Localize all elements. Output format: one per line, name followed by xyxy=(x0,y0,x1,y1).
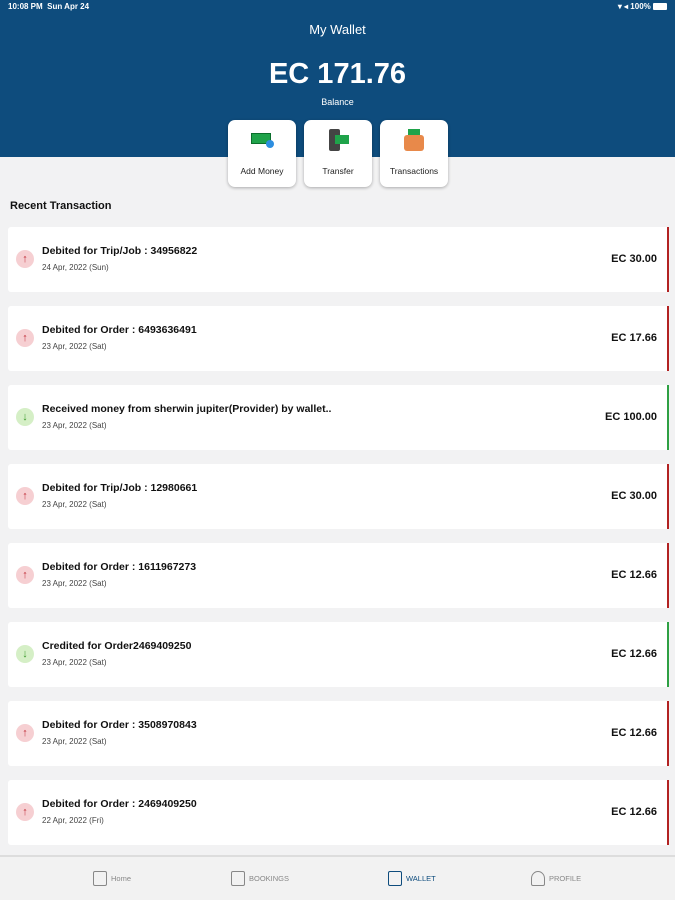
nav-home[interactable]: Home xyxy=(93,871,131,886)
wallet-actions: Add Money Transfer Transactions xyxy=(228,120,448,187)
wallet-icon xyxy=(402,129,426,151)
transfer-icon xyxy=(326,129,350,151)
nav-profile[interactable]: PROFILE xyxy=(531,871,581,886)
transaction-list: ↑ Debited for Trip/Job : 34956822 24 Apr… xyxy=(8,227,669,859)
battery-icon xyxy=(653,3,667,11)
nav-bookings-label: BOOKINGS xyxy=(249,874,290,883)
transactions-button[interactable]: Transactions xyxy=(380,120,448,187)
transaction-amount: EC 100.00 xyxy=(605,411,657,423)
transaction-date: 23 Apr, 2022 (Sat) xyxy=(42,500,107,509)
transaction-amount: EC 12.66 xyxy=(611,648,657,660)
battery-level: 100% xyxy=(630,2,651,11)
transaction-amount: EC 30.00 xyxy=(611,490,657,502)
transaction-date: 23 Apr, 2022 (Sat) xyxy=(42,342,107,351)
transaction-date: 23 Apr, 2022 (Sat) xyxy=(42,737,107,746)
arrow-up-icon: ↑ xyxy=(16,724,34,742)
arrow-up-icon: ↑ xyxy=(16,329,34,347)
add-money-button[interactable]: Add Money xyxy=(228,120,296,187)
transaction-amount: EC 12.66 xyxy=(611,727,657,739)
balance-label: Balance xyxy=(321,97,354,107)
status-date: Sun Apr 24 xyxy=(47,2,90,11)
status-time: 10:08 PM xyxy=(8,2,43,11)
transaction-item[interactable]: ↑ Debited for Trip/Job : 34956822 24 Apr… xyxy=(8,227,669,292)
transaction-amount: EC 17.66 xyxy=(611,332,657,344)
transaction-item[interactable]: ↑ Debited for Trip/Job : 12980661 23 Apr… xyxy=(8,464,669,529)
add-money-icon xyxy=(250,129,274,151)
nav-home-label: Home xyxy=(111,874,132,883)
balance-amount: EC 171.76 xyxy=(268,58,407,90)
arrow-up-icon: ↑ xyxy=(16,566,34,584)
nav-profile-label: PROFILE xyxy=(549,874,582,883)
transaction-description: Credited for Order2469409250 xyxy=(42,640,192,652)
bottom-nav: Home BOOKINGS WALLET PROFILE xyxy=(0,855,675,900)
nav-wallet[interactable]: WALLET xyxy=(388,871,436,886)
transaction-item[interactable]: ↑ Debited for Order : 3508970843 23 Apr,… xyxy=(8,701,669,766)
transaction-description: Debited for Order : 2469409250 xyxy=(42,798,197,810)
page-title: My Wallet xyxy=(309,22,366,37)
transaction-date: 23 Apr, 2022 (Sat) xyxy=(42,658,107,667)
wallet-nav-icon xyxy=(388,871,402,886)
transaction-date: 23 Apr, 2022 (Sat) xyxy=(42,421,107,430)
transaction-item[interactable]: ↑ Debited for Order : 6493636491 23 Apr,… xyxy=(8,306,669,371)
transaction-item[interactable]: ↑ Debited for Order : 2469409250 22 Apr,… xyxy=(8,780,669,845)
arrow-down-icon: ↓ xyxy=(16,408,34,426)
bookings-icon xyxy=(231,871,245,886)
transactions-label: Transactions xyxy=(389,166,439,176)
transaction-description: Received money from sherwin jupiter(Prov… xyxy=(42,403,332,415)
transaction-item[interactable]: ↑ Debited for Order : 1611967273 23 Apr,… xyxy=(8,543,669,608)
transfer-button[interactable]: Transfer xyxy=(304,120,372,187)
transaction-item[interactable]: ↓ Credited for Order2469409250 23 Apr, 2… xyxy=(8,622,669,687)
profile-icon xyxy=(531,871,545,886)
arrow-down-icon: ↓ xyxy=(16,645,34,663)
transaction-description: Debited for Trip/Job : 12980661 xyxy=(42,482,198,494)
wifi-icon: ▾ ◂ xyxy=(617,2,631,11)
arrow-up-icon: ↑ xyxy=(16,250,34,268)
home-icon xyxy=(93,871,107,886)
arrow-up-icon: ↑ xyxy=(16,487,34,505)
transaction-date: 23 Apr, 2022 (Sat) xyxy=(42,579,107,588)
nav-wallet-label: WALLET xyxy=(406,874,436,883)
transaction-item[interactable]: ↓ Received money from sherwin jupiter(Pr… xyxy=(8,385,669,450)
section-title: Recent Transaction xyxy=(10,200,112,212)
transfer-label: Transfer xyxy=(322,166,354,176)
transaction-date: 24 Apr, 2022 (Sun) xyxy=(42,263,109,272)
transaction-description: Debited for Trip/Job : 34956822 xyxy=(42,245,198,257)
transaction-amount: EC 12.66 xyxy=(611,806,657,818)
transaction-description: Debited for Order : 6493636491 xyxy=(42,324,197,336)
arrow-up-icon: ↑ xyxy=(16,803,34,821)
transaction-amount: EC 12.66 xyxy=(611,569,657,581)
transaction-description: Debited for Order : 1611967273 xyxy=(42,561,197,573)
add-money-label: Add Money xyxy=(240,166,284,176)
transaction-amount: EC 30.00 xyxy=(611,253,657,265)
nav-bookings[interactable]: BOOKINGS xyxy=(231,871,289,886)
status-bar: 10:08 PM Sun Apr 24 ▾ ◂ 100% xyxy=(8,2,667,11)
transaction-description: Debited for Order : 3508970843 xyxy=(42,719,197,731)
transaction-date: 22 Apr, 2022 (Fri) xyxy=(42,816,104,825)
